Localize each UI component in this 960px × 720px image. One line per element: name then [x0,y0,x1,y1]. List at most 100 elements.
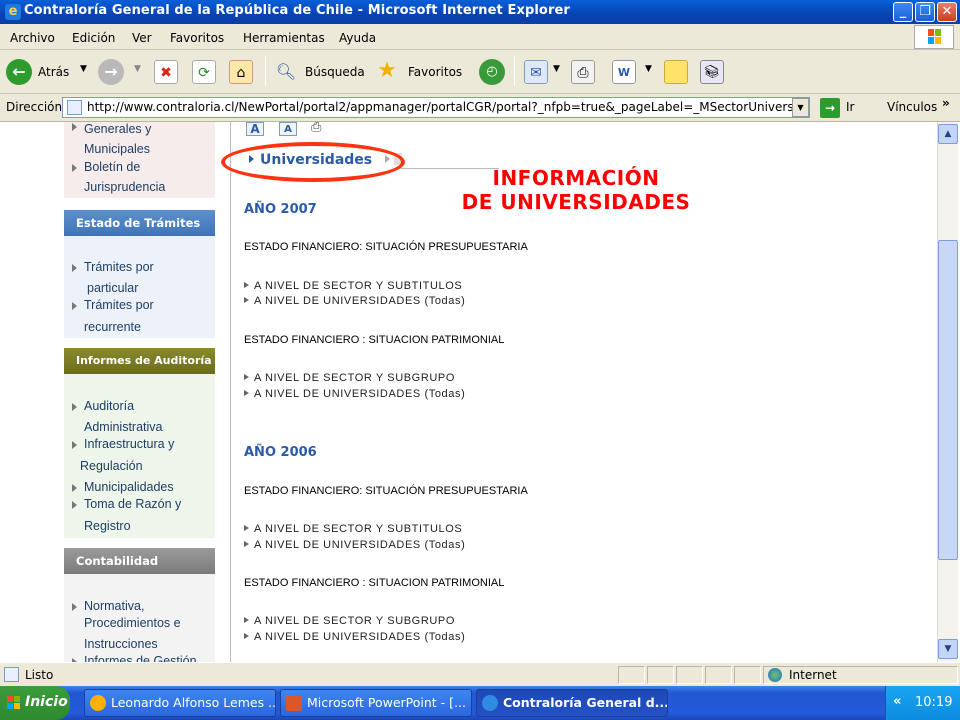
start-logo-icon [7,696,20,709]
home-icon[interactable]: ⌂ [229,60,253,84]
discuss-icon[interactable] [664,60,688,84]
ie-icon: e [5,4,21,20]
tray-expand-icon[interactable]: « [893,694,901,709]
favorites-star-icon[interactable]: ★ [375,59,399,83]
task-button-messenger[interactable]: Leonardo Alfonso Lemes ... [84,689,276,717]
scroll-up-icon[interactable]: ▲ [938,124,958,144]
messenger-icon [90,695,106,711]
sidebar-item-toma-razon[interactable]: Toma de Razón y [84,497,181,511]
sidebar-item-procedimientos[interactable]: Procedimientos e [84,616,181,630]
title-bar[interactable]: e Contraloría General de la República de… [0,0,960,24]
left-sidebar: Generales y Municipales Boletín de Juris… [64,122,215,668]
mail-icon[interactable]: ✉ [524,60,548,84]
task-button-ie[interactable]: Contraloría General d... [476,689,668,717]
sidebar-item-recurrente[interactable]: recurrente [84,320,141,334]
sidebar-item-boletin[interactable]: Boletín de [84,160,140,174]
link-sector-subgrupo-2006[interactable]: A NIVEL DE SECTOR Y SUBGRUPO [244,615,455,627]
system-tray: « 10:19 [885,686,960,720]
sidebar-item-infraestructura[interactable]: Infraestructura y [84,437,174,451]
link-universidades-presup-2006[interactable]: A NIVEL DE UNIVERSIDADES (Todas) [244,539,465,551]
print-icon[interactable]: ⎙ [571,60,595,84]
minimize-button[interactable]: _ [893,2,913,22]
favorites-button-label[interactable]: Favoritos [408,65,462,79]
refresh-icon[interactable]: ⟳ [192,60,216,84]
windows-logo-icon [914,25,954,49]
links-label[interactable]: Vínculos [887,100,937,114]
address-dropdown-icon[interactable]: ▼ [792,98,809,117]
sidebar-item-generales[interactable]: Generales y [84,122,151,136]
sidebar-contabilidad-block: Normativa, Procedimientos e Instruccione… [64,574,215,668]
search-icon[interactable]: 🔍︎ [274,60,298,84]
font-increase-button[interactable]: A [246,122,264,136]
go-arrow-icon[interactable]: → [820,98,840,118]
link-universidades-presup-2007[interactable]: A NIVEL DE UNIVERSIDADES (Todas) [244,295,465,307]
back-button-label[interactable]: Atrás [38,65,69,79]
history-icon[interactable]: ◴ [479,59,505,85]
sidebar-informes-block: Auditoría Administrativa Infraestructura… [64,374,215,538]
year-2007-heading: AÑO 2007 [244,202,317,217]
menu-ayuda[interactable]: Ayuda [339,31,376,45]
link-universidades-patrim-2006[interactable]: A NIVEL DE UNIVERSIDADES (Todas) [244,631,465,643]
address-url[interactable]: http://www.contraloria.cl/NewPortal/port… [87,100,809,114]
link-sector-subtitulos-2007[interactable]: A NIVEL DE SECTOR Y SUBTITULOS [244,280,462,292]
link-sector-subgrupo-2007[interactable]: A NIVEL DE SECTOR Y SUBGRUPO [244,372,455,384]
sidebar-item-auditoria[interactable]: Auditoría [84,399,134,413]
print-page-icon[interactable]: ⎙ [311,121,329,134]
word-edit-icon[interactable]: W [612,60,636,84]
scroll-down-icon[interactable]: ▼ [938,639,958,659]
sidebar-item-administrativa[interactable]: Administrativa [84,420,163,434]
task-button-powerpoint[interactable]: Microsoft PowerPoint - [... [280,689,472,717]
menu-archivo[interactable]: Archivo [10,31,55,45]
stop-icon[interactable]: ✖ [154,60,178,84]
address-input[interactable]: http://www.contraloria.cl/NewPortal/port… [62,97,810,118]
font-decrease-button[interactable]: A [279,122,297,136]
menu-ver[interactable]: Ver [132,31,152,45]
window-title: Contraloría General de la República de C… [24,3,570,18]
scroll-thumb[interactable] [938,240,958,560]
back-arrow-icon[interactable]: ← [6,59,32,85]
sidebar-estado-block: Trámites por particular Trámites por rec… [64,236,215,338]
sidebar-item-instrucciones[interactable]: Instrucciones [84,637,158,651]
section-patrimonial-2006: ESTADO FINANCIERO : SITUACION PATRIMONIA… [244,577,505,589]
task-label-powerpoint: Microsoft PowerPoint - [... [307,695,466,710]
sidebar-item-municipalidades[interactable]: Municipalidades [84,480,174,494]
go-button-label[interactable]: Ir [846,100,854,114]
status-page-icon [4,667,19,682]
sidebar-item-municipales[interactable]: Municipales [84,142,150,156]
menu-herramientas[interactable]: Herramientas [243,31,325,45]
sidebar-item-regulacion[interactable]: Regulación [80,459,143,473]
clock: 10:19 [915,695,953,710]
menu-favoritos[interactable]: Favoritos [170,31,224,45]
sidebar-item-normativa[interactable]: Normativa, [84,599,144,613]
sidebar-item-tramites-particular[interactable]: Trámites por [84,260,154,274]
annotation-line-2: DE UNIVERSIDADES [461,190,691,214]
toolbar: ← Atrás ▼ → ▼ ✖ ⟳ ⌂ 🔍︎ Búsqueda ★ Favori… [0,50,960,94]
highlight-ellipse [221,142,405,182]
sidebar-item-tramites-recurrente[interactable]: Trámites por [84,298,154,312]
section-patrimonial-2007: ESTADO FINANCIERO : SITUACION PATRIMONIA… [244,334,505,346]
sidebar-item-particular[interactable]: particular [87,281,138,295]
maximize-button[interactable]: ❐ [915,2,935,22]
links-chevron-icon[interactable]: » [942,96,950,110]
forward-dropdown-icon[interactable]: ▼ [134,64,141,74]
edit-dropdown-icon[interactable]: ▼ [645,64,652,74]
link-universidades-patrim-2007[interactable]: A NIVEL DE UNIVERSIDADES (Todas) [244,388,465,400]
menu-edicion[interactable]: Edición [72,31,115,45]
section-presupuestaria-2006: ESTADO FINANCIERO: SITUACIÓN PRESUPUESTA… [244,485,528,497]
address-bar: Dirección http://www.contraloria.cl/NewP… [0,94,960,122]
research-icon[interactable]: 📚︎ [700,60,724,84]
link-sector-subtitulos-2006[interactable]: A NIVEL DE SECTOR Y SUBTITULOS [244,523,462,535]
mail-dropdown-icon[interactable]: ▼ [553,64,560,74]
close-button[interactable]: ✕ [937,2,957,22]
start-button[interactable]: Inicio [0,686,70,720]
vertical-scrollbar[interactable]: ▲ ▼ [937,122,958,662]
menu-bar: Archivo Edición Ver Favoritos Herramient… [0,24,960,50]
forward-arrow-icon[interactable]: → [98,59,124,85]
sidebar-item-jurisprudencia[interactable]: Jurisprudencia [84,180,165,194]
back-dropdown-icon[interactable]: ▼ [80,64,87,74]
sidebar-item-registro[interactable]: Registro [84,519,131,533]
zone-text: Internet [789,668,837,682]
address-label: Dirección [6,100,63,114]
task-label-messenger: Leonardo Alfonso Lemes ... [111,695,276,710]
search-button-label[interactable]: Búsqueda [305,65,365,79]
